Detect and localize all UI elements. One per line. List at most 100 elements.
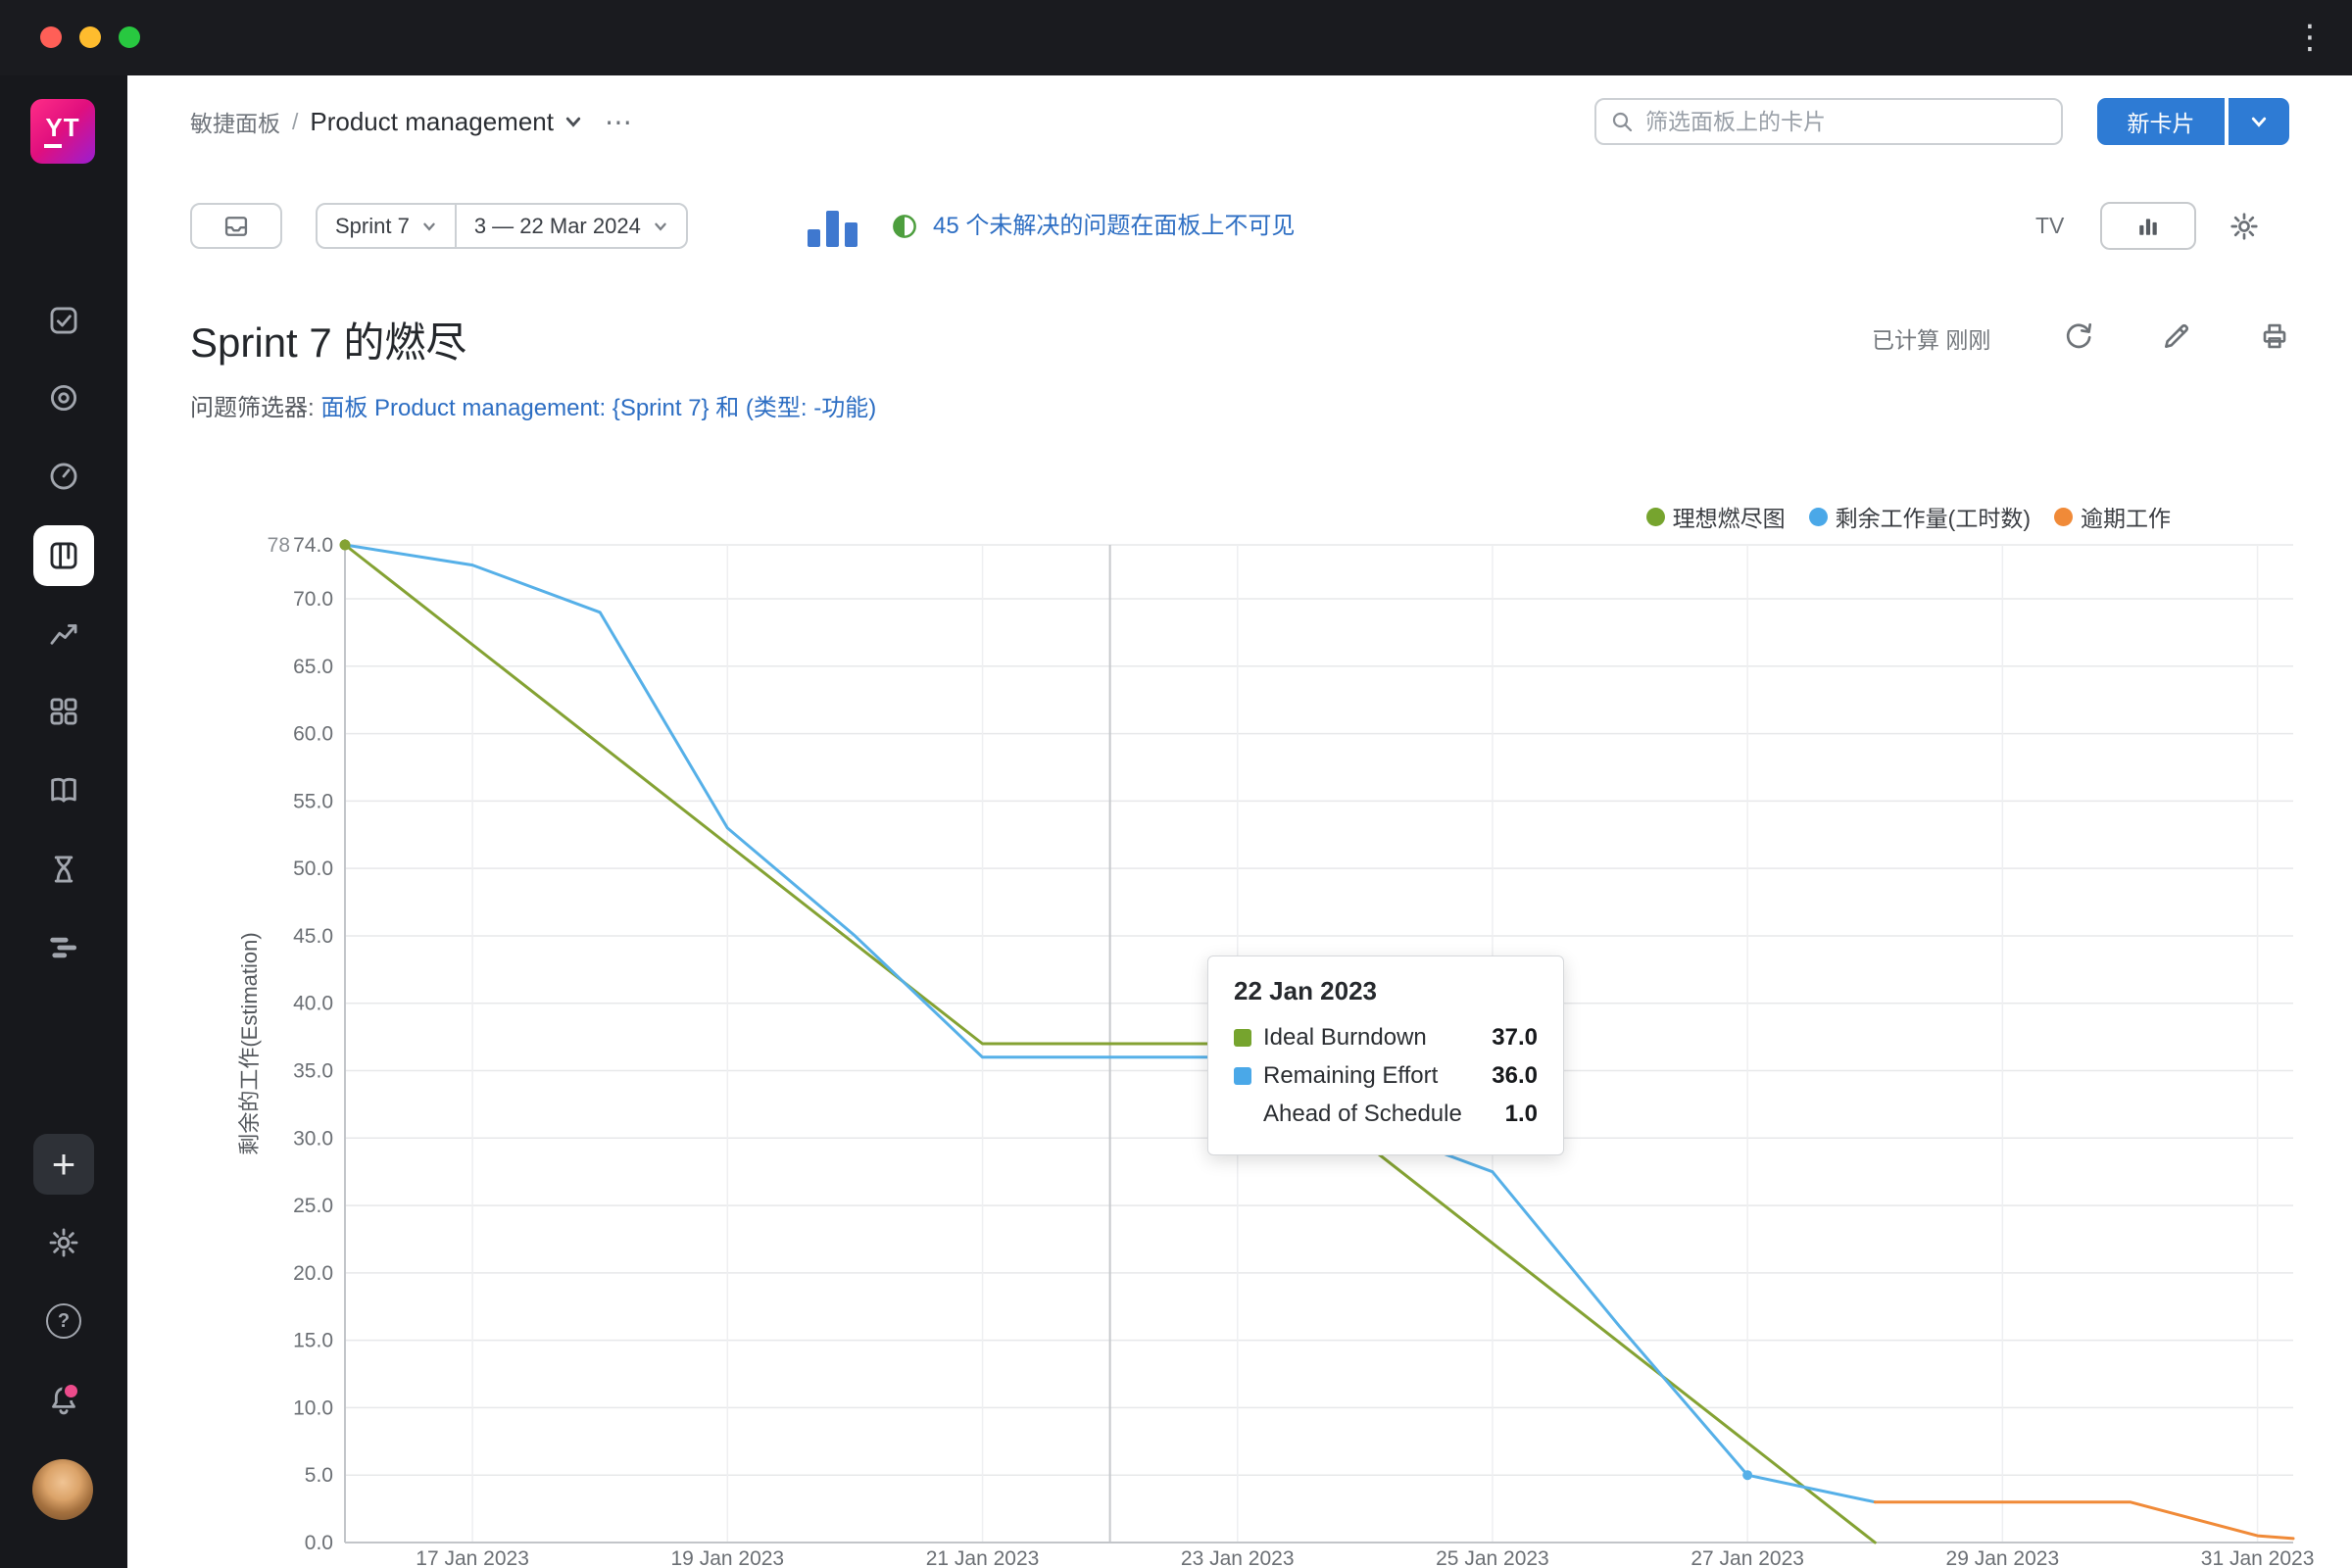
inbox-icon (222, 213, 250, 240)
hourglass-icon (47, 853, 80, 886)
sprint-select[interactable]: Sprint 7 (318, 205, 455, 247)
sidebar-settings-button[interactable] (33, 1212, 94, 1273)
help-button[interactable]: ? (33, 1291, 94, 1351)
legend-dot-ideal (1646, 508, 1665, 526)
refresh-button[interactable] (2061, 318, 2096, 354)
y-tick-label: 65.0 (293, 656, 333, 678)
y-tick-label: 35.0 (293, 1060, 333, 1083)
y-tick-label: 5.0 (305, 1464, 333, 1487)
legend-label: 逾期工作 (2081, 500, 2171, 533)
legend-dot-overdue (2054, 508, 2073, 526)
x-tick-label: 27 Jan 2023 (1690, 1547, 1804, 1568)
tv-mode-button[interactable]: TV (2035, 203, 2064, 249)
create-button[interactable]: + (33, 1134, 94, 1195)
new-card-dropdown-button[interactable] (2229, 98, 2289, 145)
sidebar-item-knowledge-base[interactable] (33, 760, 94, 820)
y-tick-label: 60.0 (293, 723, 333, 746)
backlog-button[interactable] (190, 203, 282, 249)
sidebar-item-gauge[interactable] (33, 446, 94, 507)
tooltip-date: 22 Jan 2023 (1234, 976, 1538, 1006)
y-tick-label: 15.0 (293, 1330, 333, 1352)
youtrack-logo[interactable]: YT (30, 99, 95, 164)
breadcrumb-agile-boards[interactable]: 敏捷面板 (190, 105, 280, 138)
printer-icon (2259, 320, 2290, 352)
column-chart-icon (2134, 213, 2162, 240)
x-tick-label: 23 Jan 2023 (1181, 1547, 1295, 1568)
legend-label: 理想燃尽图 (1673, 500, 1786, 533)
chevron-down-icon (653, 219, 668, 234)
legend-dot-remaining (1809, 508, 1828, 526)
date-range-select[interactable]: 3 — 22 Mar 2024 (455, 205, 686, 247)
filter-label: 问题筛选器: (190, 395, 315, 421)
ideal-swatch (1234, 1029, 1251, 1047)
gantt-icon (47, 931, 80, 964)
minimize-window-button[interactable] (79, 26, 101, 48)
youtrack-burndown-page: ⋮ YT (0, 0, 2352, 1568)
target-icon (47, 381, 80, 415)
apps-grid-icon (47, 695, 80, 728)
legend-item-overdue[interactable]: 逾期工作 (2054, 500, 2171, 533)
filter-query-link[interactable]: 面板 Product management: {Sprint 7} 和 (类型:… (320, 395, 876, 421)
sidebar: YT + (0, 75, 127, 1568)
y-axis-title: 剩余的工作(Estimation) (237, 932, 262, 1154)
issue-filter-line: 问题筛选器: 面板 Product management: {Sprint 7}… (190, 388, 876, 422)
sidebar-item-projects[interactable] (33, 368, 94, 428)
window-titlebar: ⋮ (0, 0, 2352, 75)
y-tick-partial: 78 (268, 534, 290, 557)
x-tick-label: 19 Jan 2023 (671, 1547, 785, 1568)
marker-series-start (340, 540, 351, 551)
trend-chart-icon (47, 617, 80, 651)
search-input[interactable] (1643, 108, 2061, 136)
tasks-icon (47, 304, 80, 337)
y-tick-label: 20.0 (293, 1262, 333, 1285)
legend-item-remaining[interactable]: 剩余工作量(工时数) (1809, 500, 2031, 533)
new-card-button[interactable]: 新卡片 (2097, 98, 2225, 145)
gear-icon (47, 1226, 80, 1259)
tooltip-row-ahead: Ahead of Schedule 1.0 (1234, 1095, 1538, 1133)
half-circle-progress-icon[interactable] (890, 212, 919, 241)
close-window-button[interactable] (40, 26, 62, 48)
board-more-menu[interactable]: ⋯ (605, 106, 634, 138)
legend-item-ideal[interactable]: 理想燃尽图 (1646, 500, 1786, 533)
legend-label: 剩余工作量(工时数) (1836, 500, 2031, 533)
edit-button[interactable] (2159, 318, 2194, 354)
chart-view-toggle[interactable] (2100, 202, 2196, 250)
logo-underscore (44, 144, 62, 148)
collapse-sidebar-button[interactable]: » (33, 1550, 94, 1568)
x-tick-label: 21 Jan 2023 (926, 1547, 1040, 1568)
board-settings-button[interactable] (2217, 206, 2272, 247)
question-icon: ? (46, 1303, 81, 1339)
y-tick-label: 55.0 (293, 790, 333, 812)
search-icon (1610, 110, 1634, 133)
sidebar-item-tasks[interactable] (33, 290, 94, 351)
y-tick-label: 70.0 (293, 588, 333, 611)
agile-board-icon (47, 539, 80, 572)
board-title-dropdown[interactable]: Product management (310, 107, 554, 137)
notifications-button[interactable] (33, 1370, 94, 1431)
bar-chart-icon[interactable] (808, 208, 860, 247)
sidebar-item-gantt[interactable] (33, 917, 94, 978)
user-avatar[interactable] (32, 1459, 93, 1520)
sidebar-item-agile-board[interactable] (33, 525, 94, 586)
breadcrumb-separator: / (292, 109, 298, 135)
plus-icon: + (52, 1144, 76, 1185)
unresolved-issues-link[interactable]: 45 个未解决的问题在面板上不可见 (933, 203, 1295, 249)
x-tick-label: 17 Jan 2023 (416, 1547, 529, 1568)
chart-legend: 理想燃尽图 剩余工作量(工时数) 逾期工作 (1646, 500, 2171, 533)
chart-tooltip: 22 Jan 2023 Ideal Burndown 37.0 Remainin… (1207, 956, 1564, 1155)
print-button[interactable] (2257, 318, 2292, 354)
sprint-range-selector: Sprint 7 3 — 22 Mar 2024 (316, 203, 688, 249)
tooltip-row-ideal: Ideal Burndown 37.0 (1234, 1018, 1538, 1056)
marker-remaining-27jan (1742, 1470, 1752, 1480)
sidebar-item-timesheets[interactable] (33, 839, 94, 900)
x-tick-label: 29 Jan 2023 (1946, 1547, 2060, 1568)
chevron-down-icon[interactable] (564, 112, 583, 131)
y-tick-label: 74.0 (293, 534, 333, 557)
sidebar-item-reports[interactable] (33, 604, 94, 664)
series-line-1 (345, 545, 1875, 1502)
breadcrumb: 敏捷面板 / Product management ⋯ (190, 98, 634, 145)
gear-icon (2229, 211, 2260, 242)
window-menu-icon[interactable]: ⋮ (2293, 16, 2327, 59)
sidebar-item-dashboards[interactable] (33, 681, 94, 742)
zoom-window-button[interactable] (119, 26, 140, 48)
